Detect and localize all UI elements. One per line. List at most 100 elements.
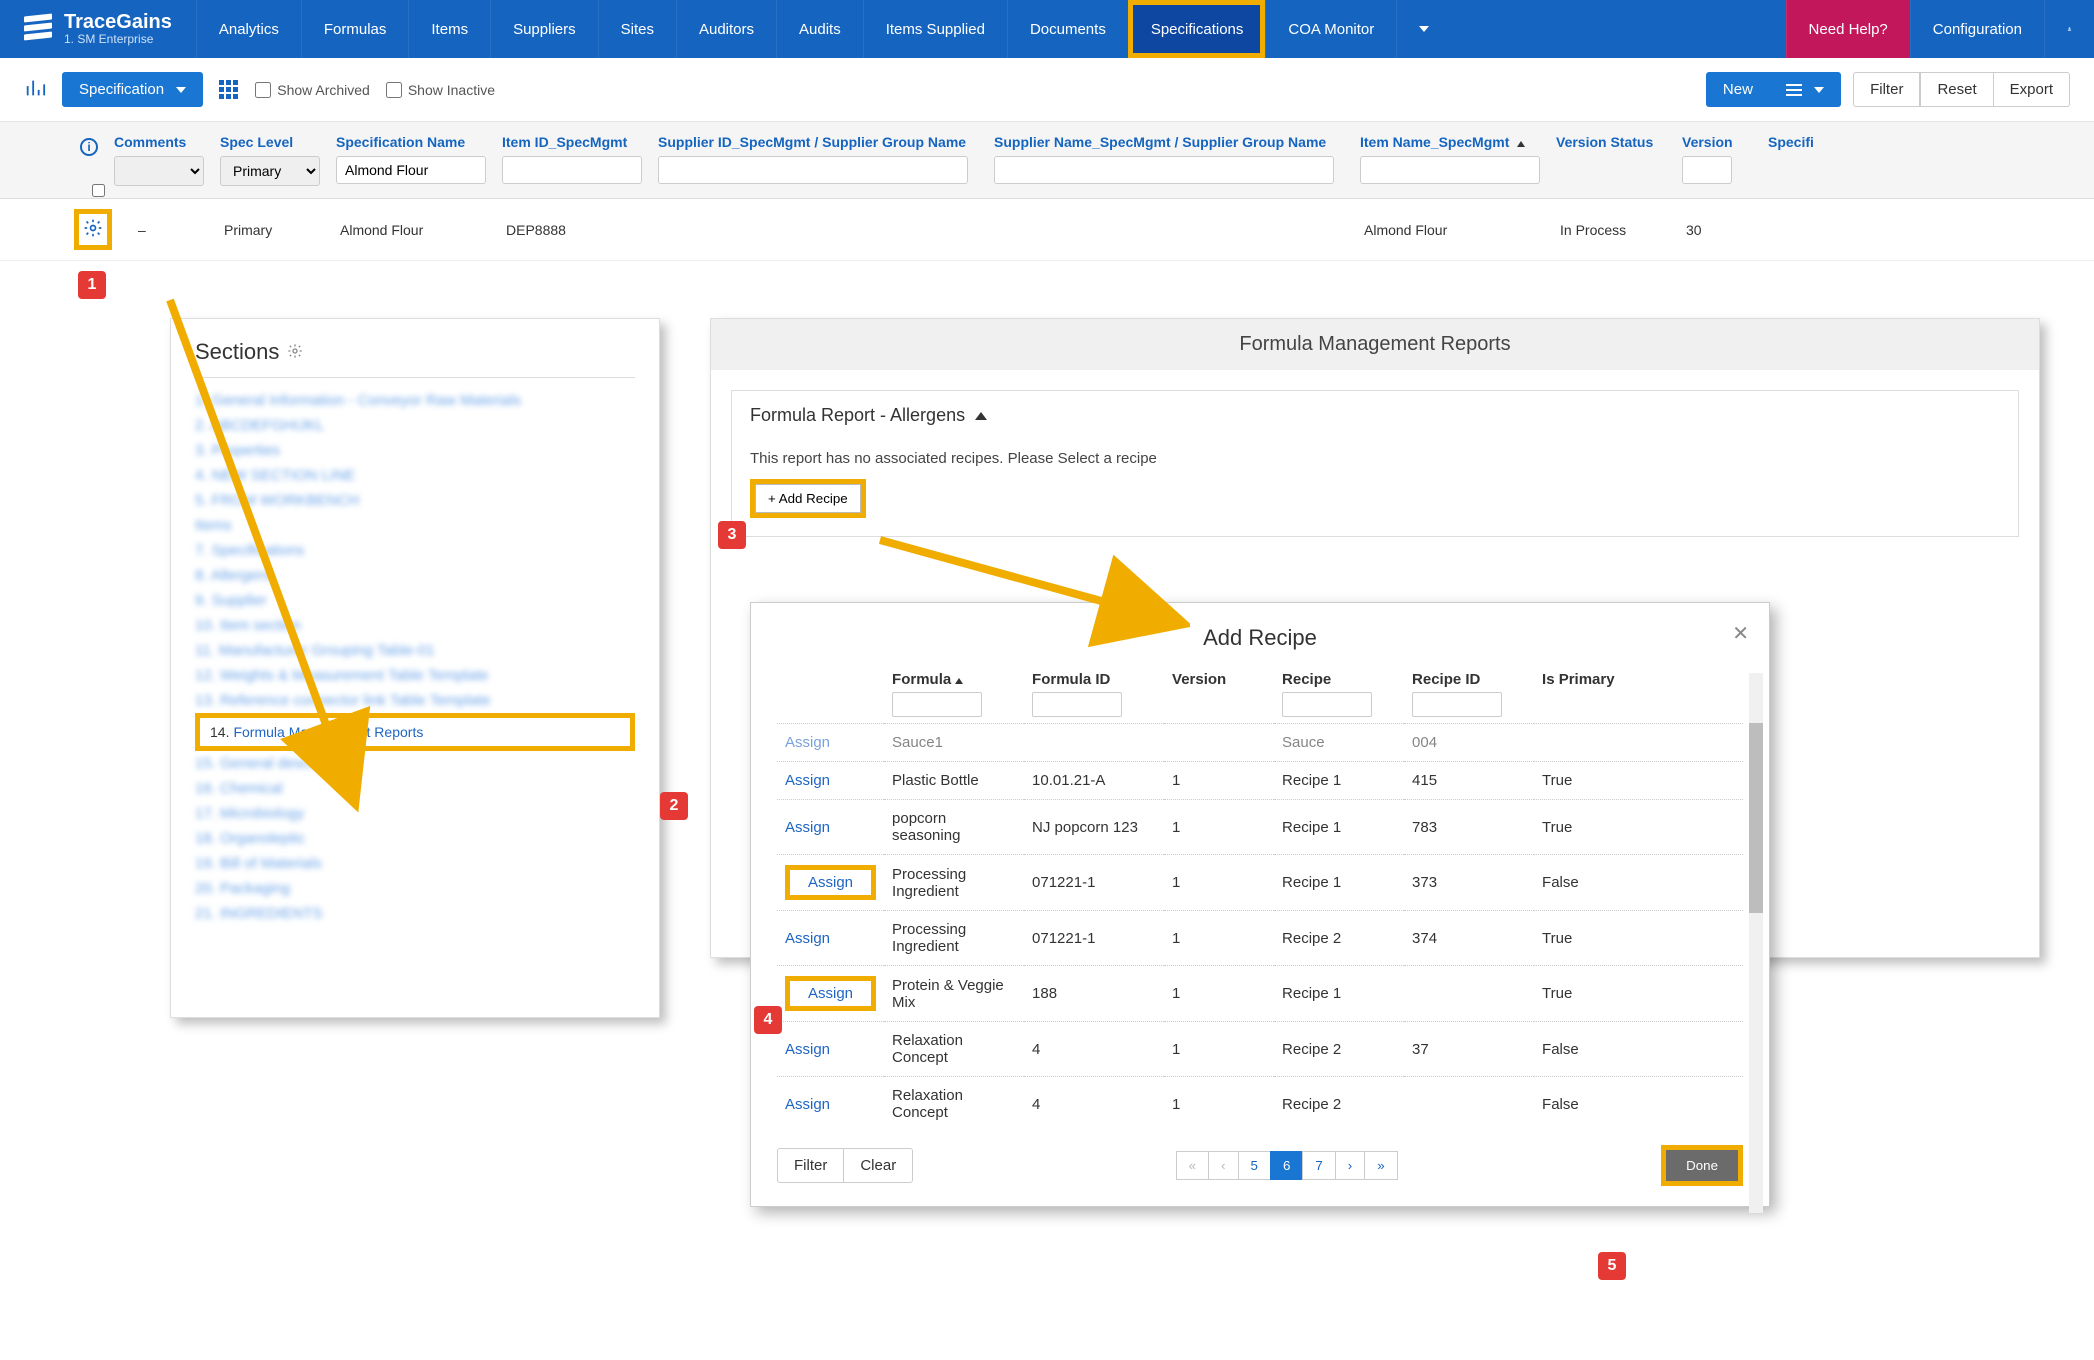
row-gear-button[interactable] <box>74 209 112 250</box>
modal-scrollbar[interactable] <box>1749 673 1763 1213</box>
supname-filter[interactable] <box>994 156 1334 184</box>
section-item[interactable]: 10. Item section <box>195 613 635 638</box>
page-5[interactable]: 5 <box>1238 1151 1271 1180</box>
col-supplier-id[interactable]: Supplier ID_SpecMgmt / Supplier Group Na… <box>658 134 978 150</box>
show-archived-check[interactable]: Show Archived <box>255 82 370 98</box>
select-all-check[interactable] <box>92 184 105 197</box>
info-icon[interactable]: i <box>80 138 98 156</box>
new-button[interactable]: New <box>1706 72 1770 107</box>
nav-item-specifications[interactable]: Specifications <box>1128 0 1266 58</box>
nav-item-analytics[interactable]: Analytics <box>196 0 301 58</box>
page-7[interactable]: 7 <box>1302 1151 1335 1180</box>
nav-help[interactable]: Need Help? <box>1786 0 1910 58</box>
section-item[interactable]: 7. Specifications <box>195 538 635 563</box>
th-formula-id[interactable]: Formula ID <box>1032 671 1110 688</box>
section-item[interactable]: 17. Microbiology <box>195 801 635 826</box>
grid-view-icon[interactable] <box>219 80 239 100</box>
nav-configuration[interactable]: Configuration <box>1910 0 2044 58</box>
nav-more[interactable] <box>1396 0 1451 58</box>
col-item-name[interactable]: Item Name_SpecMgmt <box>1360 134 1540 150</box>
add-recipe-button[interactable]: + Add Recipe <box>755 484 861 513</box>
page-‹[interactable]: ‹ <box>1208 1151 1238 1180</box>
col-version[interactable]: Version <box>1682 134 1752 150</box>
done-button[interactable]: Done <box>1666 1150 1738 1181</box>
section-item[interactable]: 20. Packaging <box>195 876 635 901</box>
th-recipe-id[interactable]: Recipe ID <box>1412 671 1480 688</box>
col-last[interactable]: Specifi <box>1768 134 1814 150</box>
filter-formula[interactable] <box>892 692 982 717</box>
section-item[interactable]: 12. Weights & Measurement Table Template <box>195 663 635 688</box>
assign-link[interactable]: Assign <box>785 772 830 789</box>
show-inactive-check[interactable]: Show Inactive <box>386 82 495 98</box>
section-item[interactable]: 8. Allergens <box>195 563 635 588</box>
assign-link[interactable]: Assign <box>785 819 830 836</box>
filter-recipe-id[interactable] <box>1412 692 1502 717</box>
col-comments[interactable]: Comments <box>114 134 204 150</box>
th-version[interactable]: Version <box>1172 671 1226 688</box>
section-item[interactable]: 2. ABCDEFGHIJKL <box>195 413 635 438</box>
filter-button[interactable]: Filter <box>1853 72 1920 107</box>
specname-filter[interactable] <box>336 156 486 184</box>
filter-formula-id[interactable] <box>1032 692 1122 717</box>
report-card-header[interactable]: Formula Report - Allergens <box>732 391 2018 440</box>
assign-link[interactable]: Assign <box>785 1041 830 1058</box>
section-item[interactable]: 11. Manufacturer Grouping Table-01 <box>195 638 635 663</box>
reset-button[interactable]: Reset <box>1920 72 1993 107</box>
nav-user[interactable] <box>2044 0 2094 58</box>
filter-recipe[interactable] <box>1282 692 1372 717</box>
comments-filter[interactable] <box>114 156 204 186</box>
nav-item-coa-monitor[interactable]: COA Monitor <box>1265 0 1396 58</box>
grid-row[interactable]: – Primary Almond Flour DEP8888 Almond Fl… <box>0 199 2094 261</box>
page-6[interactable]: 6 <box>1270 1151 1303 1180</box>
assign-link[interactable]: Assign <box>808 874 853 891</box>
section-item[interactable]: 16. Chemical <box>195 776 635 801</box>
assign-link[interactable]: Assign <box>785 734 830 751</box>
nav-item-auditors[interactable]: Auditors <box>676 0 776 58</box>
th-is-primary[interactable]: Is Primary <box>1542 671 1615 688</box>
section-active-link[interactable]: Formula Management Reports <box>233 724 423 740</box>
section-item[interactable]: 18. Organoleptic <box>195 826 635 851</box>
nav-item-suppliers[interactable]: Suppliers <box>490 0 598 58</box>
section-item[interactable]: 15. General description <box>195 751 635 776</box>
section-item[interactable]: 3. Properties <box>195 438 635 463</box>
assign-link[interactable]: Assign <box>785 1096 830 1113</box>
th-formula[interactable]: Formula <box>892 671 951 688</box>
nav-item-audits[interactable]: Audits <box>776 0 863 58</box>
section-item[interactable]: 9. Supplier <box>195 588 635 613</box>
modal-filter-button[interactable]: Filter <box>777 1148 844 1183</box>
th-recipe[interactable]: Recipe <box>1282 671 1331 688</box>
export-button[interactable]: Export <box>1994 72 2070 107</box>
close-icon[interactable]: ✕ <box>1732 621 1749 646</box>
modal-clear-button[interactable]: Clear <box>844 1148 913 1183</box>
supid-filter[interactable] <box>658 156 968 184</box>
col-spec-name[interactable]: Specification Name <box>336 134 486 150</box>
nav-item-items[interactable]: Items <box>408 0 490 58</box>
section-item[interactable]: 1. General Information - Conveyor Raw Ma… <box>195 388 635 413</box>
specification-dropdown[interactable]: Specification <box>62 72 203 107</box>
itemname-filter[interactable] <box>1360 156 1540 184</box>
page-«[interactable]: « <box>1176 1151 1209 1180</box>
col-spec-level[interactable]: Spec Level <box>220 134 320 150</box>
chart-icon[interactable] <box>24 77 46 102</box>
new-menu-button[interactable] <box>1770 72 1841 107</box>
section-gear-icon[interactable] <box>287 339 303 365</box>
section-item[interactable]: 21. INGREDIENTS <box>195 901 635 926</box>
section-item[interactable]: 19. Bill of Materials <box>195 851 635 876</box>
col-version-status[interactable]: Version Status <box>1556 134 1666 150</box>
nav-item-items-supplied[interactable]: Items Supplied <box>863 0 1007 58</box>
version-filter[interactable] <box>1682 156 1732 184</box>
col-item-id[interactable]: Item ID_SpecMgmt <box>502 134 642 150</box>
nav-item-documents[interactable]: Documents <box>1007 0 1128 58</box>
section-active[interactable]: 14. Formula Management Reports <box>195 713 635 751</box>
assign-link[interactable]: Assign <box>785 930 830 947</box>
section-item[interactable]: 4. NEW SECTION LINE <box>195 463 635 488</box>
itemid-filter[interactable] <box>502 156 642 184</box>
col-supplier-name[interactable]: Supplier Name_SpecMgmt / Supplier Group … <box>994 134 1344 150</box>
section-item[interactable]: 5. FROM WORKBENCH <box>195 488 635 513</box>
page-»[interactable]: » <box>1364 1151 1397 1180</box>
page-›[interactable]: › <box>1335 1151 1365 1180</box>
nav-item-sites[interactable]: Sites <box>598 0 676 58</box>
nav-item-formulas[interactable]: Formulas <box>301 0 409 58</box>
section-item[interactable]: 13. Reference connector link Table Templ… <box>195 688 635 713</box>
assign-link[interactable]: Assign <box>808 985 853 1002</box>
